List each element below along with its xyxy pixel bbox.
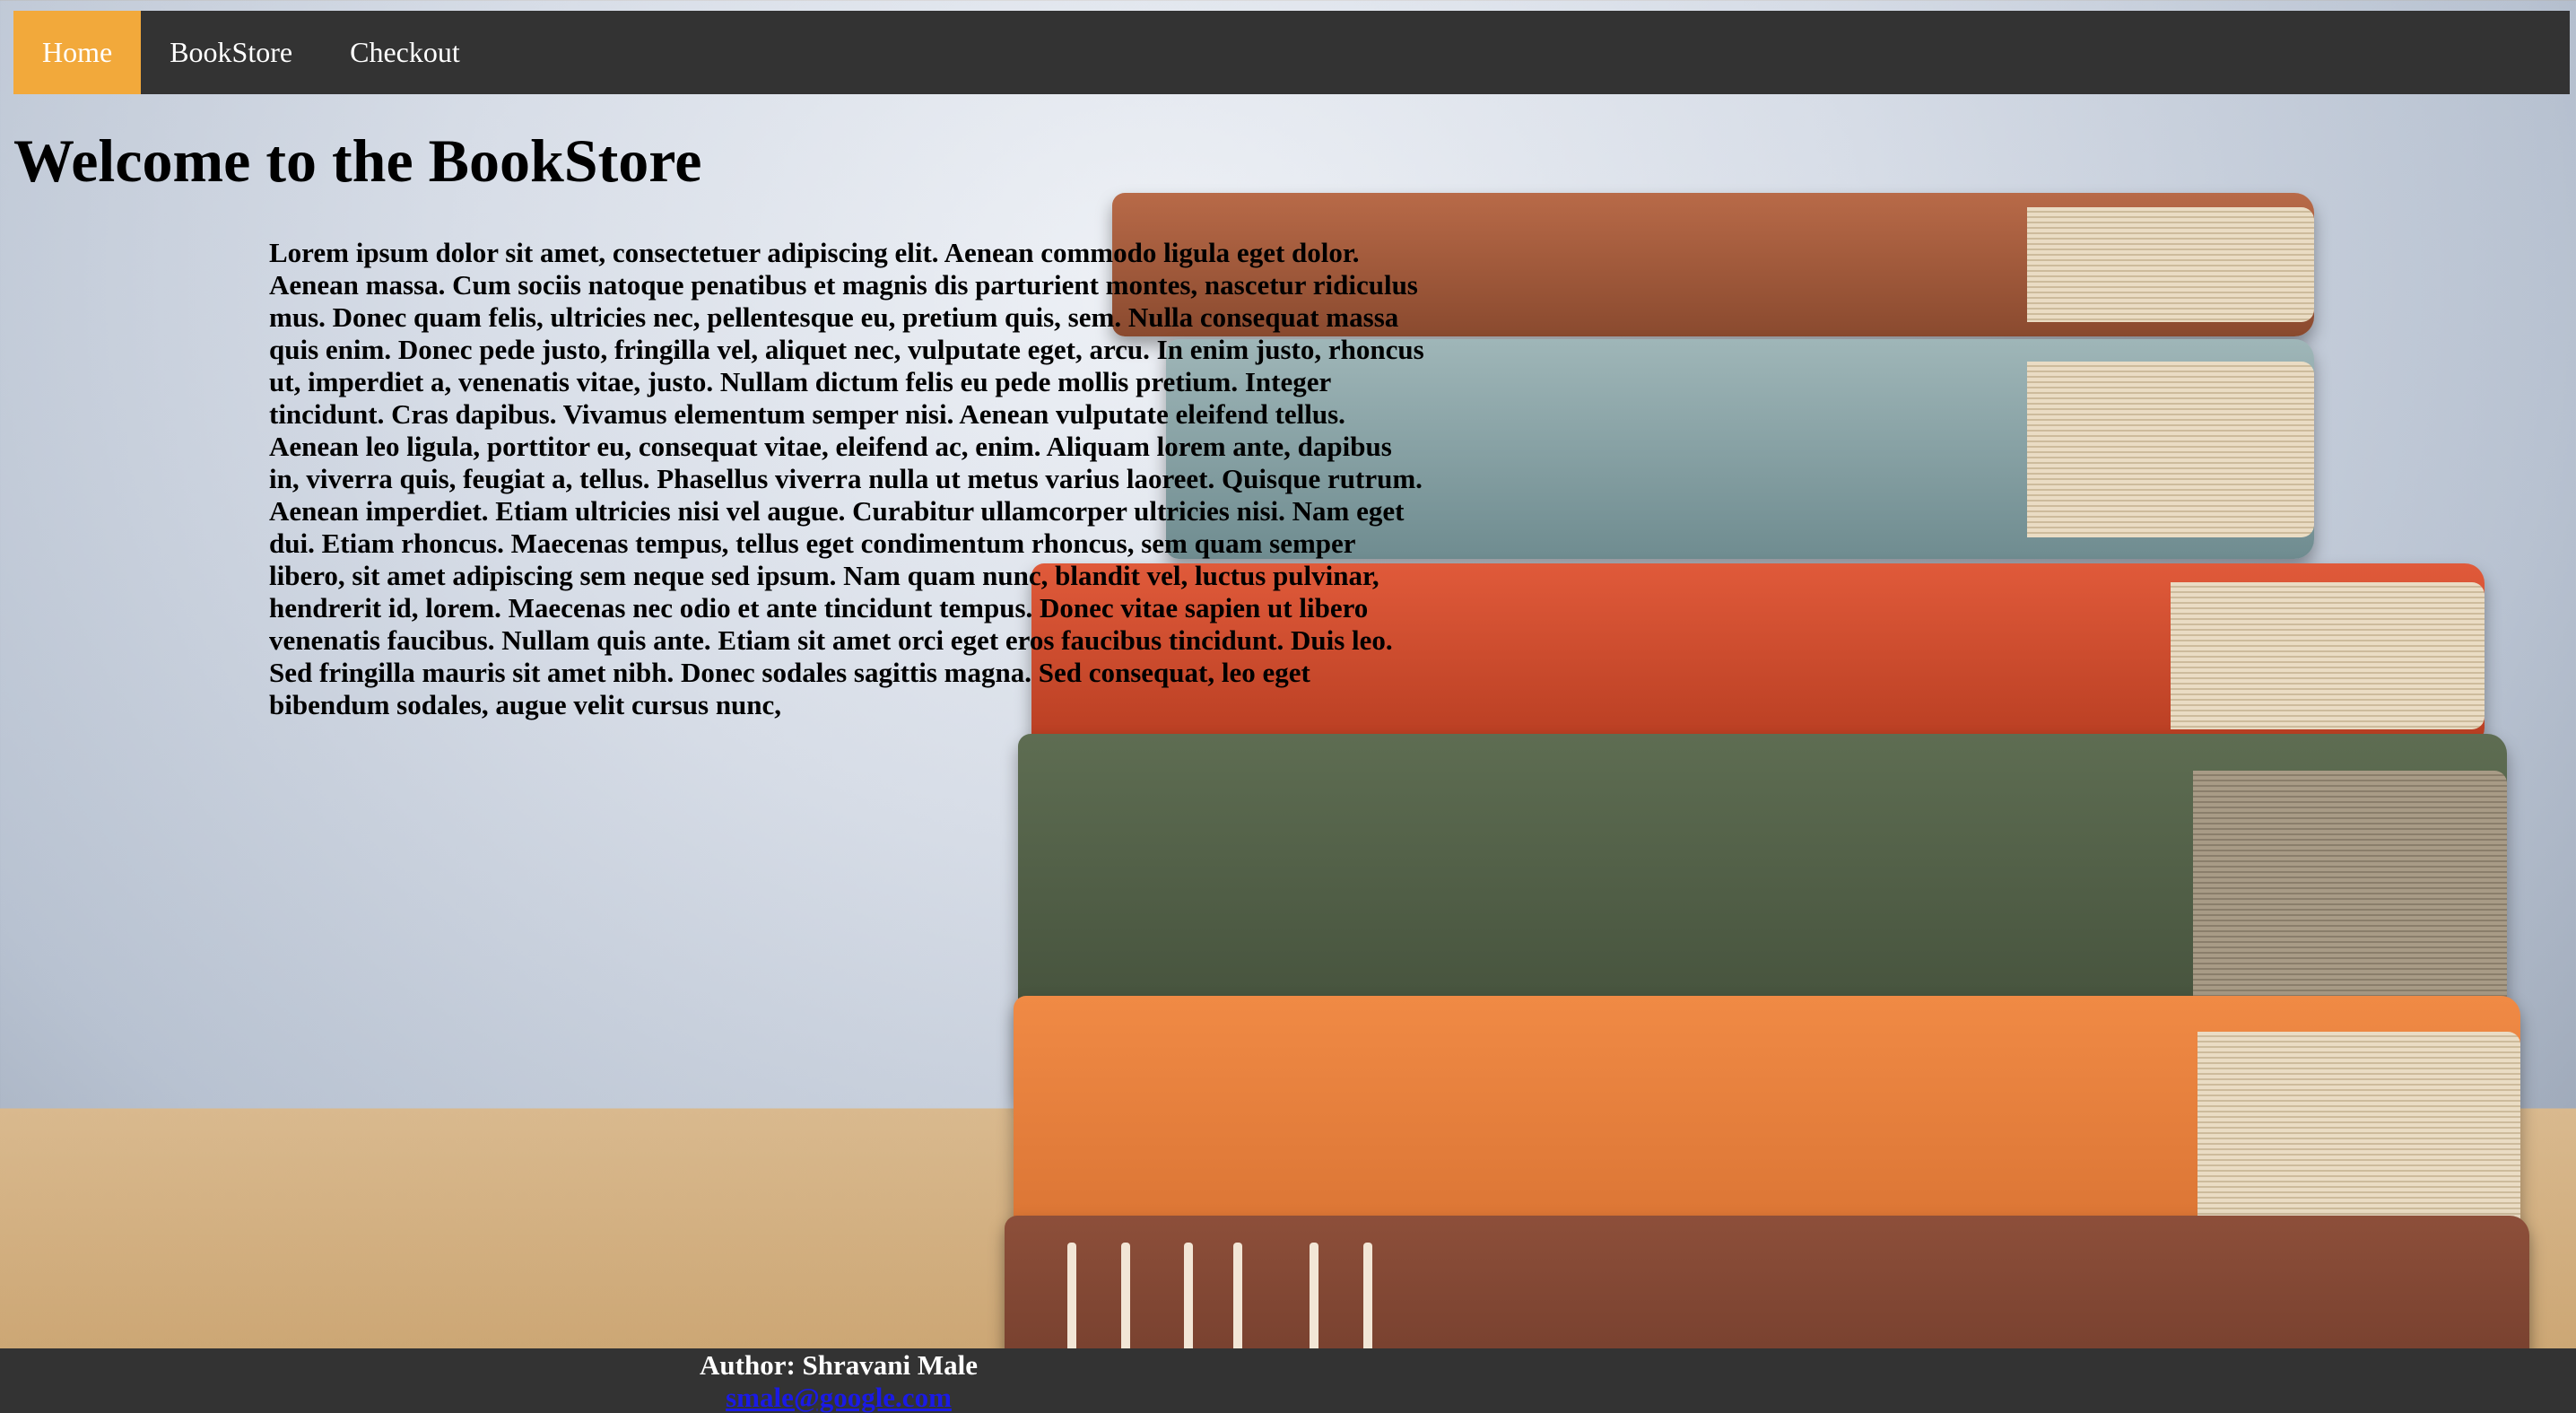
author-name: Author: Shravani Male (700, 1349, 978, 1381)
footer-author-block: Author: Shravani Male smale@google.com (628, 1348, 1049, 1413)
book-shape (1018, 734, 2507, 1097)
page-title: Welcome to the BookStore (13, 126, 702, 195)
intro-paragraph: Lorem ipsum dolor sit amet, consectetuer… (269, 237, 1424, 720)
nav-link-bookstore[interactable]: BookStore (141, 11, 321, 94)
author-email-link[interactable]: smale@google.com (628, 1382, 1049, 1413)
top-navigation-bar: Home BookStore Checkout (13, 11, 2570, 94)
nav-link-checkout[interactable]: Checkout (321, 11, 489, 94)
nav-link-home[interactable]: Home (13, 11, 142, 94)
footer: Author: Shravani Male smale@google.com (0, 1348, 2576, 1413)
book-shape (1014, 996, 2520, 1355)
